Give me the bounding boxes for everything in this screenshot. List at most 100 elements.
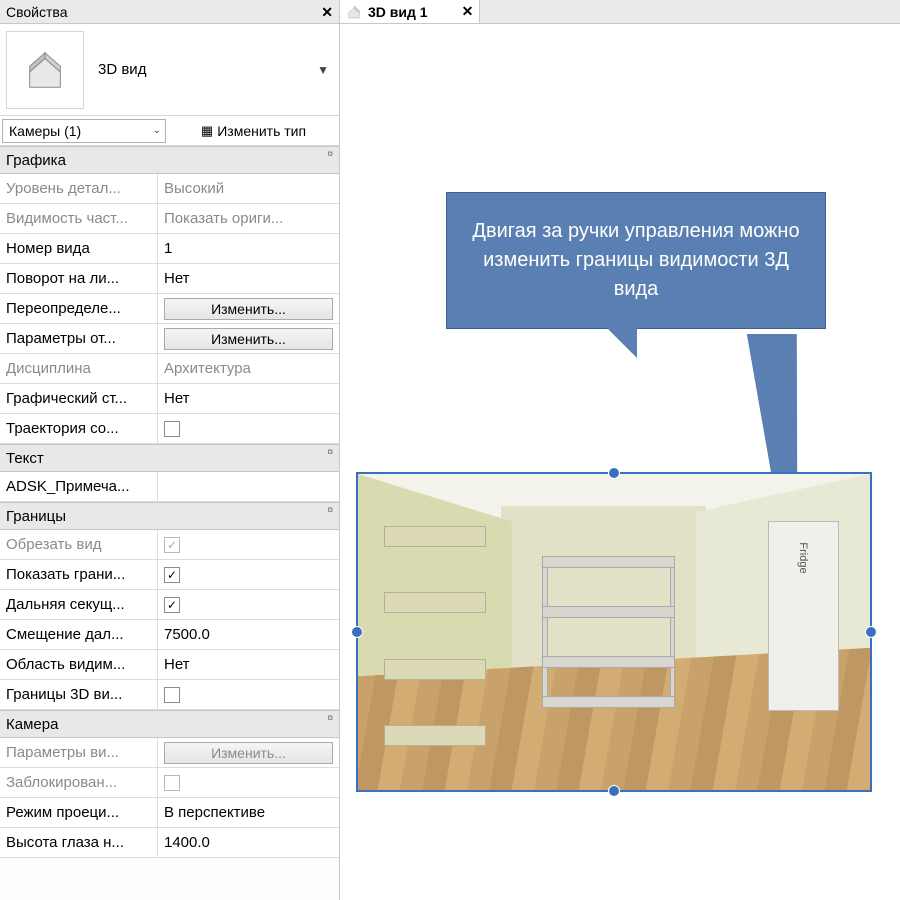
value-rotation[interactable]: Нет <box>158 264 339 293</box>
label-scope-box: Область видим... <box>0 650 158 679</box>
crop-handle-right[interactable] <box>865 626 877 638</box>
group-bounds[interactable]: Границы ¤ <box>0 502 339 530</box>
group-bounds-title: Границы <box>6 508 66 525</box>
crop-handle-left[interactable] <box>351 626 363 638</box>
label-far-clip: Дальняя секущ... <box>0 590 158 619</box>
center-rack <box>542 556 675 708</box>
type-thumbnail <box>6 31 84 109</box>
properties-panel: Свойства ✕ 3D вид ▼ Камеры (1) ⌄ ▦ Измен… <box>0 0 340 900</box>
tab-close-icon[interactable]: ✕ <box>462 3 474 20</box>
locked-checkbox <box>164 775 180 791</box>
label-rotation: Поворот на ли... <box>0 264 158 293</box>
value-visibility-parts[interactable]: Показать ориги... <box>158 204 339 233</box>
value-discipline: Архитектура <box>158 354 339 383</box>
group-graphics[interactable]: Графика ¤ <box>0 146 339 174</box>
row-locked: Заблокирован... <box>0 768 339 798</box>
house-3d-icon <box>346 4 362 20</box>
label-adsk-note: ADSK_Примеча... <box>0 472 158 501</box>
bounds-3d-checkbox[interactable] <box>164 687 180 703</box>
group-text[interactable]: Текст ¤ <box>0 444 339 472</box>
row-visibility-parts: Видимость част... Показать ориги... <box>0 204 339 234</box>
value-graphic-style[interactable]: Нет <box>158 384 339 413</box>
display-opts-edit-button[interactable]: Изменить... <box>164 328 333 350</box>
row-adsk-note: ADSK_Примеча... <box>0 472 339 502</box>
row-crop-view: Обрезать вид ✓ <box>0 530 339 560</box>
label-detail-level: Уровень детал... <box>0 174 158 203</box>
row-display-opts: Параметры от... Изменить... <box>0 324 339 354</box>
label-eye-height: Высота глаза н... <box>0 828 158 857</box>
tab-3d-view-1[interactable]: 3D вид 1 ✕ <box>340 0 480 23</box>
edit-type-label: Изменить тип <box>217 123 306 139</box>
left-shelves <box>384 499 486 764</box>
type-selector[interactable]: 3D вид ▼ <box>0 24 339 116</box>
label-view-params: Параметры ви... <box>0 738 158 767</box>
label-graphic-style: Графический ст... <box>0 384 158 413</box>
row-graphic-style: Графический ст... Нет <box>0 384 339 414</box>
row-rotation: Поворот на ли... Нет <box>0 264 339 294</box>
value-eye-height[interactable]: 1400.0 <box>158 828 339 857</box>
callout-text: Двигая за ручки управления можно изменит… <box>472 220 799 300</box>
row-eye-height: Высота глаза н... 1400.0 <box>0 828 339 858</box>
row-show-crop: Показать грани... ✓ <box>0 560 339 590</box>
chevron-down-icon: ⌄ <box>153 125 161 136</box>
row-far-offset: Смещение дал... 7500.0 <box>0 620 339 650</box>
override-edit-button[interactable]: Изменить... <box>164 298 333 320</box>
view-params-edit-button: Изменить... <box>164 742 333 764</box>
row-discipline: Дисциплина Архитектура <box>0 354 339 384</box>
row-sun-path: Траектория со... <box>0 414 339 444</box>
type-label: 3D вид <box>98 61 317 78</box>
edit-type-icon: ▦ <box>201 123 213 139</box>
collapse-icon: ¤ <box>327 507 333 515</box>
render-image <box>358 474 870 790</box>
label-far-offset: Смещение дал... <box>0 620 158 649</box>
perspective-viewport[interactable] <box>356 472 872 792</box>
label-view-number: Номер вида <box>0 234 158 263</box>
group-text-title: Текст <box>6 450 44 467</box>
fridge-label <box>768 521 840 711</box>
row-scope-box: Область видим... Нет <box>0 650 339 680</box>
group-camera-title: Камера <box>6 716 58 733</box>
row-bounds-3d: Границы 3D ви... <box>0 680 339 710</box>
properties-titlebar: Свойства ✕ <box>0 0 339 24</box>
value-scope-box[interactable]: Нет <box>158 650 339 679</box>
edit-type-button[interactable]: ▦ Изменить тип <box>168 119 339 143</box>
label-sun-path: Траектория со... <box>0 414 158 443</box>
label-bounds-3d: Границы 3D ви... <box>0 680 158 709</box>
tab-title: 3D вид 1 <box>368 4 428 20</box>
instance-label: Камеры (1) <box>9 123 81 139</box>
value-view-number[interactable]: 1 <box>158 234 339 263</box>
properties-title: Свойства <box>6 0 67 24</box>
row-far-clip: Дальняя секущ... ✓ <box>0 590 339 620</box>
value-detail-level[interactable]: Высокий <box>158 174 339 203</box>
show-crop-checkbox[interactable]: ✓ <box>164 567 180 583</box>
view-canvas[interactable]: Двигая за ручки управления можно изменит… <box>340 24 900 900</box>
far-clip-checkbox[interactable]: ✓ <box>164 597 180 613</box>
sun-path-checkbox[interactable] <box>164 421 180 437</box>
label-locked: Заблокирован... <box>0 768 158 797</box>
group-camera[interactable]: Камера ¤ <box>0 710 339 738</box>
row-detail-level: Уровень детал... Высокий <box>0 174 339 204</box>
view-tabs: 3D вид 1 ✕ <box>340 0 900 24</box>
chevron-down-icon: ▼ <box>317 63 333 77</box>
label-display-opts: Параметры от... <box>0 324 158 353</box>
group-graphics-title: Графика <box>6 152 66 169</box>
value-adsk-note[interactable] <box>158 472 339 501</box>
collapse-icon: ¤ <box>327 715 333 723</box>
value-far-offset[interactable]: 7500.0 <box>158 620 339 649</box>
instruction-callout: Двигая за ручки управления можно изменит… <box>446 192 826 329</box>
label-show-crop: Показать грани... <box>0 560 158 589</box>
crop-handle-top[interactable] <box>608 467 620 479</box>
label-projection: Режим проеци... <box>0 798 158 827</box>
right-area: 3D вид 1 ✕ Двигая за ручки управления мо… <box>340 0 900 900</box>
instance-combo[interactable]: Камеры (1) ⌄ <box>2 119 166 143</box>
crop-view-checkbox: ✓ <box>164 537 180 553</box>
label-visibility-parts: Видимость част... <box>0 204 158 233</box>
row-projection: Режим проеци... В перспективе <box>0 798 339 828</box>
value-projection[interactable]: В перспективе <box>158 798 339 827</box>
label-override: Переопределе... <box>0 294 158 323</box>
row-view-number: Номер вида 1 <box>0 234 339 264</box>
crop-handle-bottom[interactable] <box>608 785 620 797</box>
house-3d-icon <box>22 47 68 93</box>
properties-close-icon[interactable]: ✕ <box>321 0 333 24</box>
instance-row: Камеры (1) ⌄ ▦ Изменить тип <box>0 116 339 146</box>
